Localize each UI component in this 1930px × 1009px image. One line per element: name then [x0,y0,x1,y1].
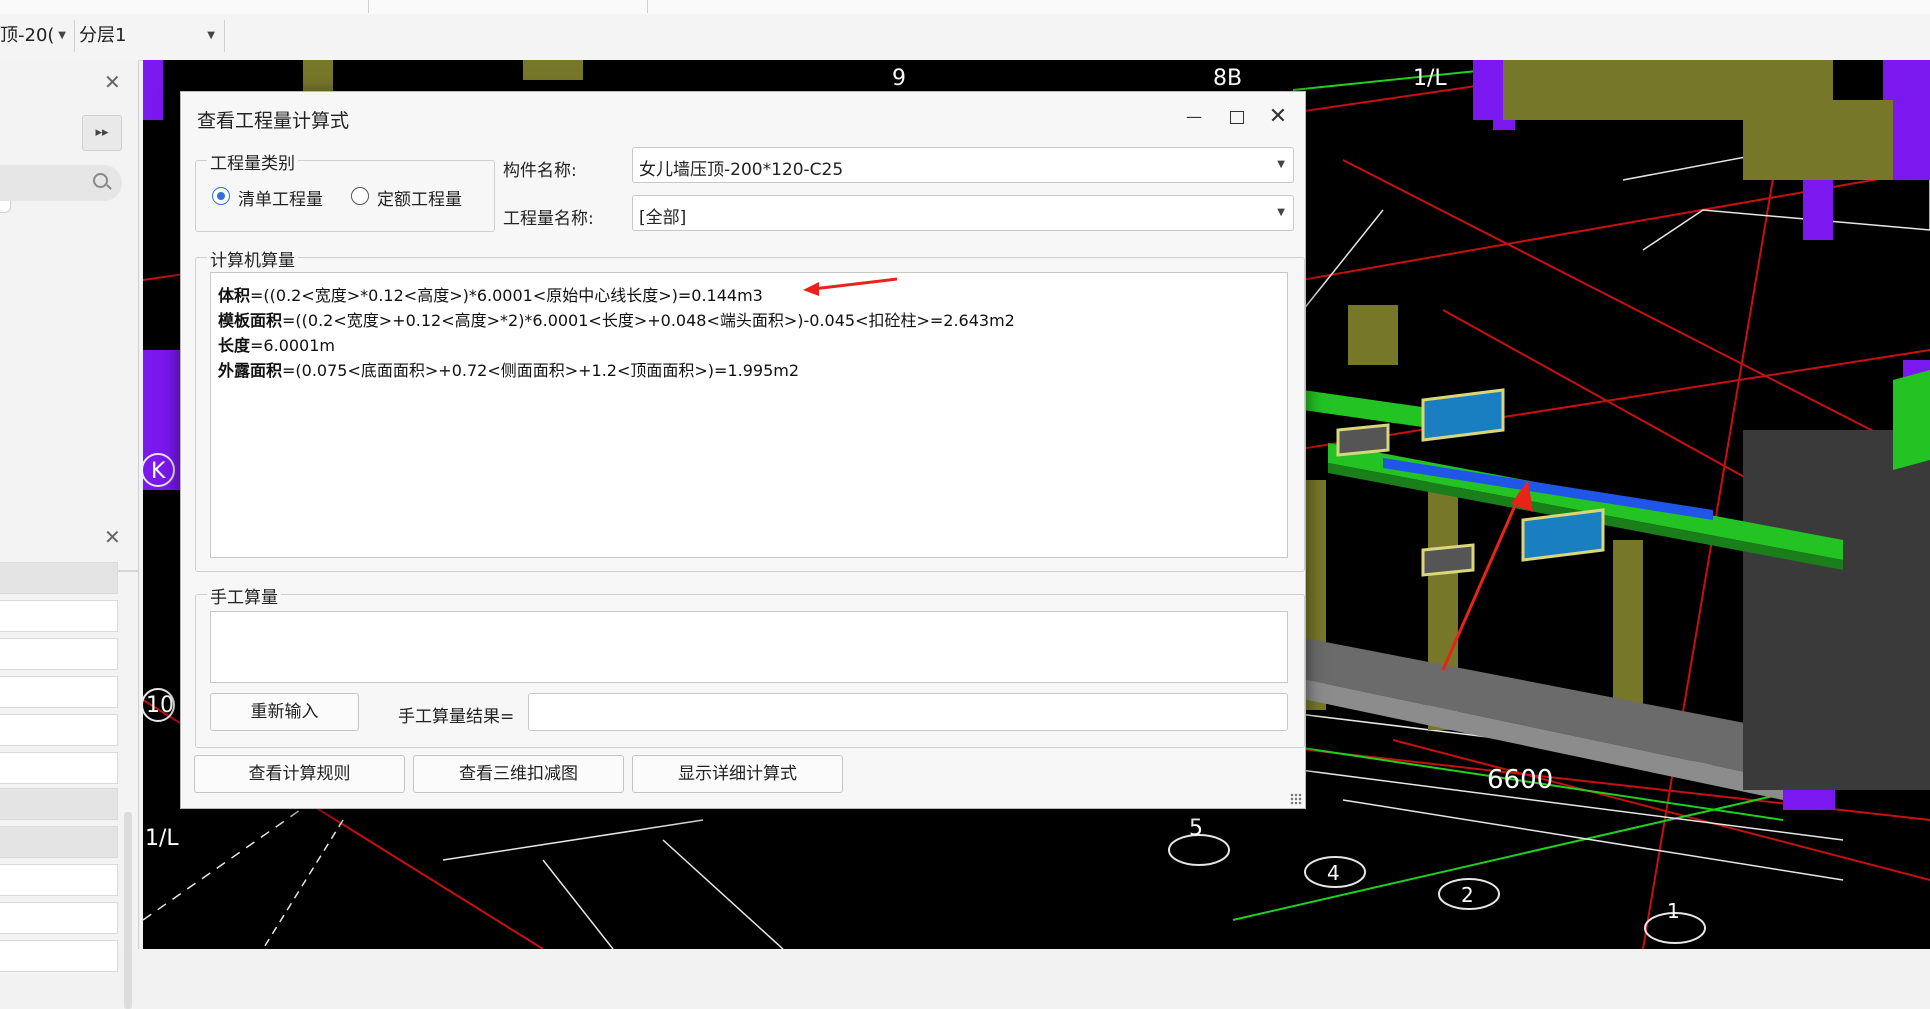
computer-calc-group: 计算机算量 体积=((0.2<宽度>*0.12<高度>)*6.0001<原始中心… [195,246,1305,572]
view-calc-rules-button[interactable]: 查看计算规则 [194,755,405,793]
floor-toolbar: 顶-20( ▼ 分层1 ▼ [0,14,1930,61]
select-value: 女儿墙压顶-200*120-C25 [639,160,844,180]
radio-selected-icon [212,187,230,205]
dialog-title: 查看工程量计算式 [197,110,350,132]
chevron-down-icon: ▼ [207,30,215,41]
floor-combo-value: 分层1 [79,25,127,46]
group-label: 手工算量 [207,583,281,608]
manual-calc-group: 手工算量 重新输入 手工算量结果= [195,583,1305,748]
axis-label: K [151,459,166,484]
expand-arrows-icon[interactable]: ▸▸ [82,115,122,151]
chevron-down-icon: ▼ [58,30,66,41]
list-item[interactable] [0,864,118,896]
manual-result-field[interactable] [528,693,1288,731]
dimension-label: 6600 [1487,765,1553,795]
axis-label: 9 [892,66,906,91]
chevron-down-icon: ▼ [1277,207,1285,218]
list-item[interactable] [0,562,118,594]
manual-formula-input[interactable] [210,611,1288,683]
select-value: [全部] [639,208,687,228]
search-icon [93,173,108,188]
axis-label: 10 [146,693,174,718]
list-item[interactable] [0,714,118,746]
floor-combo[interactable]: 分层1 ▼ [79,20,221,52]
list-item[interactable] [0,826,118,858]
scrollbar[interactable] [124,812,132,1009]
close-icon[interactable]: ✕ [104,70,121,94]
combo-divider [224,20,225,52]
annotation-arrow [803,277,898,296]
chevron-down-icon: ▼ [1277,159,1285,170]
axis-label: 1/L [145,826,179,851]
list-item[interactable] [0,940,118,972]
list-item[interactable] [0,752,118,784]
quantity-type-group: 工程量类别 清单工程量 定额工程量 [195,149,495,232]
menu-divider [368,0,369,13]
list-item[interactable] [0,902,118,934]
list-item[interactable] [0,638,118,670]
radio-label: 清单工程量 [238,190,323,210]
left-panel: ✕ ▸▸ ✕ [0,60,139,1009]
formula-textbox[interactable]: 体积=((0.2<宽度>*0.12<高度>)*6.0001<原始中心线长度>)=… [210,272,1288,558]
radio-unselected-icon [351,187,369,205]
close-icon[interactable]: ✕ [1263,102,1293,132]
maximize-icon[interactable] [1221,102,1251,132]
dark-wall [1743,430,1930,790]
component-name-label: 构件名称: [503,161,577,181]
axis-label: 1/L [1413,66,1447,91]
axis-label: 2 [1461,883,1474,907]
list-item[interactable] [0,600,118,632]
axis-label: 5 [1189,816,1203,841]
formula-line-length: 长度=6.0001m [218,336,335,355]
close-icon[interactable]: ✕ [104,525,121,549]
axis-label: 8B [1213,66,1242,91]
component-layer-combo[interactable]: 顶-20( ▼ [0,20,72,52]
view-3d-deduction-button[interactable]: 查看三维扣减图 [413,755,624,793]
formula-line-formwork: 模板面积=((0.2<宽度>+0.12<高度>*2)*6.0001<长度>+0.… [218,311,1015,330]
show-detailed-formula-button[interactable]: 显示详细计算式 [632,755,843,793]
menu-divider [647,0,648,13]
component-layer-combo-value: 顶-20( [0,25,55,46]
axis-label: 4 [1327,861,1340,885]
group-label: 工程量类别 [207,149,298,174]
resize-grip-icon[interactable] [1290,793,1302,805]
group-label: 计算机算量 [207,246,298,271]
formula-line-volume: 体积=((0.2<宽度>*0.12<高度>)*6.0001<原始中心线长度>)=… [218,286,763,305]
component-name-select[interactable]: 女儿墙压顶-200*120-C25 ▼ [632,147,1294,183]
formula-line-exposed-area: 外露面积=(0.075<底面面积>+0.72<侧面面积>+1.2<顶面面积>)=… [218,361,800,380]
reenter-button[interactable]: 重新输入 [210,693,359,731]
top-menu-strip [0,0,1930,15]
manual-result-label: 手工算量结果= [398,707,515,727]
list-item[interactable] [0,676,118,708]
quantity-formula-dialog: 查看工程量计算式 — ✕ 工程量类别 清单工程量 定额工程量 构件名称: 女儿墙… [180,91,1306,809]
minimize-icon[interactable]: — [1179,102,1209,132]
radio-label: 定额工程量 [377,190,462,210]
combo-divider [74,20,75,52]
panel-search-input[interactable] [0,165,122,201]
axis-label: 1 [1667,899,1680,923]
quantity-name-label: 工程量名称: [503,209,594,229]
list-item[interactable] [0,788,118,820]
quantity-name-select[interactable]: [全部] ▼ [632,195,1294,231]
green-beam [1893,370,1930,470]
